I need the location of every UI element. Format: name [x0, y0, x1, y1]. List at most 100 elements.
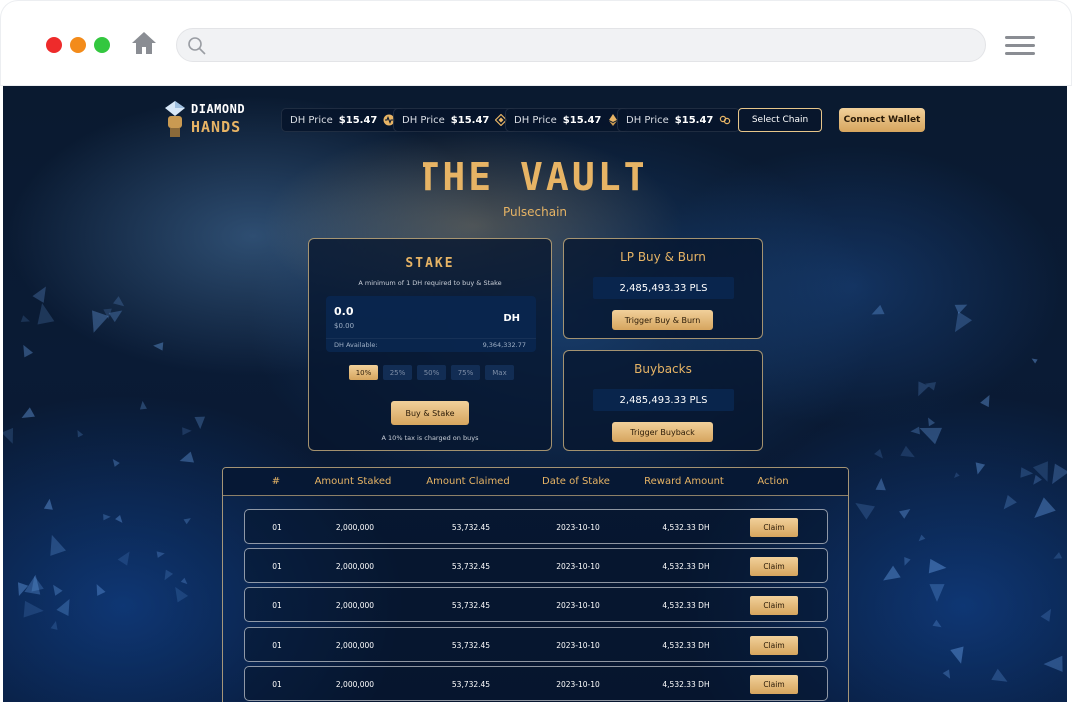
cell-amount-claimed: 53,732.45: [451, 601, 491, 610]
stake-token-symbol: DH: [503, 313, 520, 324]
maximize-window-dot[interactable]: [94, 37, 110, 53]
price-chip-other-chain: DH Price $15.47: [617, 108, 741, 132]
diamond-hands-logo[interactable]: DIAMOND HANDS: [163, 98, 263, 140]
crystal-shard: [998, 494, 1017, 513]
percent-max-button[interactable]: Max: [485, 365, 514, 380]
table-row: 01 2,000,000 53,732.45 2023-10-10 4,532.33 D…: [244, 509, 828, 544]
connect-wallet-button[interactable]: Connect Wallet: [839, 108, 925, 132]
crystal-shard: [916, 419, 943, 444]
buybacks-amount: 2,485,493.33 PLS: [593, 389, 734, 411]
column-header-index: #: [271, 476, 281, 487]
address-input[interactable]: [215, 33, 975, 57]
claim-button[interactable]: Claim: [750, 675, 798, 694]
crystal-shard: [139, 400, 148, 410]
cell-date-of-stake: 2023-10-10: [556, 680, 600, 689]
crystal-shard: [875, 477, 887, 491]
crystal-shard: [928, 559, 947, 576]
cell-amount-staked: 2,000,000: [335, 641, 375, 650]
price-label: DH Price: [626, 114, 669, 126]
address-bar[interactable]: [176, 28, 986, 62]
crystal-shard: [851, 496, 876, 520]
table-row: 01 2,000,000 53,732.45 2023-10-10 4,532.33 D…: [244, 666, 828, 701]
crystal-shard: [92, 581, 106, 596]
crystal-shard: [916, 534, 926, 544]
stake-tax-note: A 10% tax is charged on buys: [381, 434, 479, 442]
cell-amount-staked: 2,000,000: [335, 680, 375, 689]
percent-25-button[interactable]: 25%: [383, 365, 412, 380]
crystal-shard: [948, 311, 973, 337]
price-chip-bnb: DH Price $15.47: [393, 108, 517, 132]
crystal-shard: [950, 645, 968, 666]
crystal-shard: [43, 532, 66, 557]
percent-10-button[interactable]: 10%: [349, 365, 378, 380]
column-header-reward-amount: Reward Amount: [644, 476, 724, 487]
claim-button[interactable]: Claim: [750, 636, 798, 655]
percent-50-button[interactable]: 50%: [417, 365, 446, 380]
crystal-shard: [1051, 551, 1063, 562]
stake-minimum-note: A minimum of 1 DH required to buy & Stak…: [358, 279, 502, 287]
cell-amount-claimed: 53,732.45: [451, 680, 491, 689]
cell-index: 01: [272, 523, 282, 532]
price-value: $15.47: [674, 114, 714, 126]
crystal-shard: [869, 304, 885, 320]
table-row: 01 2,000,000 53,732.45 2023-10-10 4,532.33 D…: [244, 587, 828, 622]
hamburger-menu-icon[interactable]: [1005, 36, 1035, 58]
buybacks-panel: Buybacks 2,485,493.33 PLS Trigger Buybac…: [563, 350, 763, 451]
claim-button[interactable]: Claim: [750, 557, 798, 576]
buy-and-stake-button[interactable]: Buy & Stake: [391, 401, 469, 425]
cell-reward-amount: 4,532.33 DH: [662, 641, 710, 650]
stake-amount-input[interactable]: 0.0 $0.00 DH DH Available: 9,364,332.77: [326, 296, 536, 352]
crystal-shard: [181, 577, 190, 586]
crystal-shard: [23, 601, 45, 620]
minimize-window-dot[interactable]: [70, 37, 86, 53]
browser-toolbar: [0, 0, 1072, 86]
crystal-shard: [50, 620, 60, 631]
cell-index: 01: [272, 641, 282, 650]
crystal-shard: [879, 565, 901, 587]
trigger-buy-burn-button[interactable]: Trigger Buy & Burn: [612, 310, 713, 330]
price-label: DH Price: [402, 114, 445, 126]
claim-button[interactable]: Claim: [750, 596, 798, 615]
table-header: # Amount Staked Amount Claimed Date of S…: [223, 468, 848, 496]
cell-reward-amount: 4,532.33 DH: [662, 601, 710, 610]
fist-diamond-logo-icon: [165, 101, 185, 137]
crystal-shard: [103, 513, 111, 521]
available-balance-row: DH Available: 9,364,332.77: [326, 338, 536, 352]
cell-amount-claimed: 53,732.45: [451, 641, 491, 650]
column-header-amount-claimed: Amount Claimed: [426, 476, 510, 487]
crystal-shard: [43, 498, 55, 510]
column-header-action: Action: [757, 476, 789, 487]
select-chain-button[interactable]: Select Chain: [738, 108, 822, 132]
trigger-buyback-button[interactable]: Trigger Buyback: [612, 422, 713, 442]
cell-amount-claimed: 53,732.45: [451, 523, 491, 532]
cell-index: 01: [272, 601, 282, 610]
chain-subtitle: Pulsechain: [502, 205, 568, 219]
cell-date-of-stake: 2023-10-10: [556, 601, 600, 610]
cell-reward-amount: 4,532.33 DH: [662, 523, 710, 532]
crystal-shard: [160, 569, 174, 583]
crystal-shard: [1028, 497, 1056, 525]
claim-button[interactable]: Claim: [750, 518, 798, 537]
home-icon[interactable]: [130, 29, 158, 57]
stake-panel: STAKE A minimum of 1 DH required to buy …: [308, 238, 552, 451]
page-viewport: DIAMOND HANDS DH Price $15.47 DH Price $…: [3, 86, 1067, 702]
crystal-shard: [980, 393, 994, 408]
crystal-shard: [1043, 655, 1063, 672]
crystal-shard: [178, 451, 195, 467]
buybacks-title: Buybacks: [634, 362, 692, 376]
price-value: $15.47: [450, 114, 490, 126]
cell-date-of-stake: 2023-10-10: [556, 523, 600, 532]
stake-title: STAKE: [405, 256, 455, 271]
cell-index: 01: [272, 562, 282, 571]
crystal-shard: [901, 556, 911, 567]
stake-amount-usd: $0.00: [334, 322, 355, 330]
cell-reward-amount: 4,532.33 DH: [662, 562, 710, 571]
logo-text-line-1: DIAMOND: [191, 102, 246, 116]
cell-amount-staked: 2,000,000: [335, 562, 375, 571]
stakes-table: # Amount Staked Amount Claimed Date of S…: [222, 467, 849, 702]
cell-date-of-stake: 2023-10-10: [556, 641, 600, 650]
cell-amount-staked: 2,000,000: [335, 523, 375, 532]
percent-75-button[interactable]: 75%: [451, 365, 480, 380]
stake-amount-value[interactable]: 0.0: [334, 305, 354, 318]
close-window-dot[interactable]: [46, 37, 62, 53]
